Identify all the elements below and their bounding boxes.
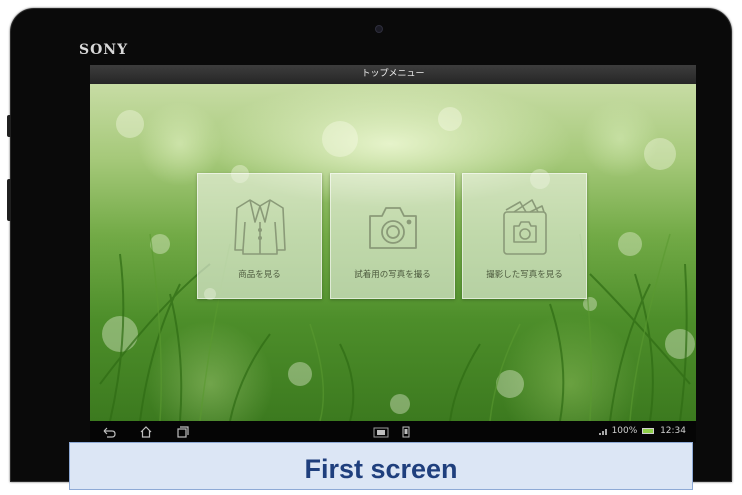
front-camera [375, 25, 383, 33]
tile-label: 撮影した写真を見る [486, 270, 563, 280]
tile-label: 商品を見る [238, 270, 281, 280]
caption-box: First screen [69, 442, 693, 490]
screen: トップメニュー 商品を見る 試着用の写真を撮る 撮影した写真を見る 100% 1… [90, 65, 696, 443]
photo-album-icon [463, 192, 586, 262]
camera-icon [331, 192, 454, 262]
page-title: トップメニュー [90, 65, 696, 84]
signal-icon [598, 428, 607, 435]
battery-percent: 100% [611, 426, 638, 436]
recent-apps-icon[interactable] [176, 425, 190, 439]
clock: 12:34 [660, 426, 686, 436]
tablet-device: SONY トップメニュー 商品を見る 試着用の写真を撮る 撮影した写真を見る 1… [7, 8, 732, 482]
back-icon[interactable] [102, 425, 116, 439]
brand-logo: SONY [79, 42, 129, 58]
caption-text: First screen [304, 454, 458, 484]
menu-tiles: 商品を見る 試着用の写真を撮る 撮影した写真を見る [197, 173, 587, 299]
jacket-icon [198, 192, 321, 262]
status-area: 100% 12:34 [598, 426, 686, 437]
view-photos-button[interactable]: 撮影した写真を見る [462, 173, 587, 299]
view-products-button[interactable]: 商品を見る [197, 173, 322, 299]
small-apps-icon[interactable] [373, 425, 389, 439]
side-button [7, 115, 11, 137]
volume-button [7, 179, 11, 221]
battery-icon [642, 428, 655, 434]
system-nav-bar: 100% 12:34 [90, 421, 696, 443]
tile-label: 試着用の写真を撮る [354, 270, 431, 280]
device-icon[interactable] [401, 425, 411, 439]
take-fitting-photo-button[interactable]: 試着用の写真を撮る [330, 173, 455, 299]
home-icon[interactable] [139, 425, 153, 439]
